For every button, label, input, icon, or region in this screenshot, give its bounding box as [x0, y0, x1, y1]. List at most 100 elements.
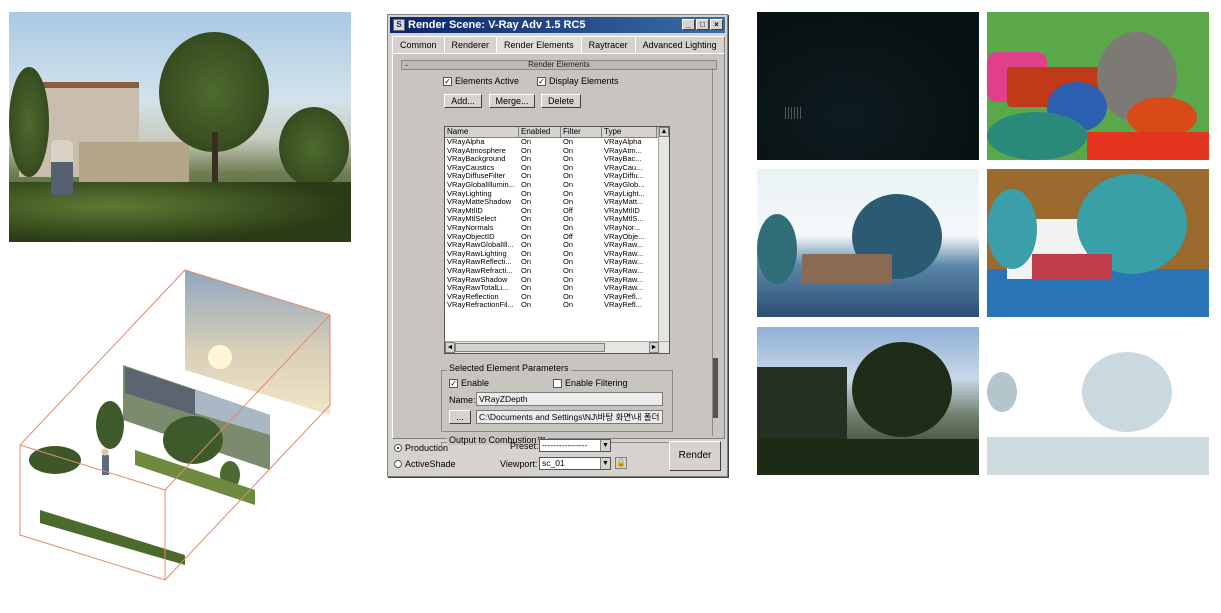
row-name: VRayObjectID [447, 232, 495, 241]
column-header-filter[interactable]: Filter [561, 127, 602, 137]
column-header-enabled[interactable]: Enabled [519, 127, 561, 137]
list-item[interactable]: VRayGlobalIllumin... On On VRayGlob... [445, 181, 669, 190]
column-header-type[interactable]: Type [602, 127, 657, 137]
column-header-name[interactable]: Name [445, 127, 519, 137]
row-type: VRayRefl... [604, 292, 642, 301]
rollout-title: Render Elements [528, 60, 590, 69]
list-item[interactable]: VRayRawReflecti... On On VRayRaw... [445, 258, 669, 267]
checkmark-icon: ✓ [449, 378, 458, 388]
page: S Render Scene: V-Ray Adv 1.5 RC5 _ □ × … [0, 0, 1221, 613]
element-name-field[interactable]: VRayZDepth [476, 392, 663, 406]
list-item[interactable]: VRayNormals On On VRayNor... [445, 224, 669, 233]
render-button[interactable]: Render [669, 441, 721, 471]
merge-button[interactable]: Merge... [489, 94, 535, 108]
row-filter: On [563, 301, 574, 310]
max-app-icon: S [393, 19, 405, 31]
output-path-field[interactable]: C:\Documents and Settings\NJ\바탕 화면\내 폴더 [476, 410, 663, 424]
pavilion [79, 142, 189, 182]
scroll-left-icon[interactable]: ◄ [445, 342, 455, 353]
list-item[interactable]: VRayRawShadow On On VRayRaw... [445, 276, 669, 285]
list-item[interactable]: VRayAtmosphere On On VRayAtm... [445, 147, 669, 156]
list-item[interactable]: VRayMtlSelect On On VRayMtlS... [445, 215, 669, 224]
row-enabled: On [521, 146, 532, 155]
render-elements-rollout[interactable]: - Render Elements [401, 60, 717, 70]
row-enabled: On [521, 258, 532, 267]
minimize-button[interactable]: _ [682, 19, 695, 30]
sky-layer [185, 270, 330, 415]
production-radio[interactable]: Production [394, 443, 448, 453]
row-filter: On [563, 155, 574, 164]
list-item[interactable]: VRayCaustics On On VRayCau... [445, 164, 669, 173]
list-item[interactable]: VRayRefractionFil... On On VRayRefl... [445, 301, 669, 310]
name-label: Name: [449, 395, 476, 405]
row-filter: Off [563, 206, 573, 215]
tab-common[interactable]: Common [392, 36, 445, 54]
list-item[interactable]: VRayDiffuseFilter On On VRayDiffu... [445, 172, 669, 181]
scroll-right-icon[interactable]: ► [649, 342, 659, 353]
list-vertical-scrollbar[interactable]: ▲ [658, 127, 669, 343]
scroll-up-icon[interactable]: ▲ [659, 127, 669, 137]
close-button[interactable]: × [710, 19, 723, 30]
display-elements-checkbox[interactable]: ✓ Display Elements [537, 76, 619, 86]
exploded-layers-diagram [15, 265, 340, 585]
list-item[interactable]: VRayLighting On On VRayLight... [445, 190, 669, 199]
row-name: VRayRawShadow [447, 275, 508, 284]
dialog-title: Render Scene: V-Ray Adv 1.5 RC5 [408, 19, 586, 31]
list-item[interactable]: VRayMatteShadow On On VRayMatt... [445, 198, 669, 207]
chevron-down-icon: ▼ [600, 458, 610, 469]
delete-button[interactable]: Delete [541, 94, 581, 108]
row-type: VRayAlpha [604, 138, 642, 146]
list-item[interactable]: VRayBackground On On VRayBac... [445, 155, 669, 164]
row-type: VRayNor... [604, 223, 641, 232]
beauty-pass-image [757, 327, 979, 475]
list-horizontal-scrollbar[interactable]: ◄ ► [445, 341, 669, 353]
add-button[interactable]: Add... [444, 94, 482, 108]
row-enabled: On [521, 301, 532, 310]
maximize-button[interactable]: □ [696, 19, 709, 30]
row-filter: On [563, 266, 574, 275]
row-name: VRayReflection [447, 292, 499, 301]
list-item[interactable]: VRayObjectID On Off VRayObje... [445, 233, 669, 242]
list-item[interactable]: VRayRawLighting On On VRayRaw... [445, 250, 669, 259]
render-elements-list[interactable]: Name Enabled Filter Type VRayAlpha On On VR… [444, 126, 670, 354]
sun [208, 345, 232, 369]
row-filter: On [563, 198, 574, 207]
row-enabled: On [521, 163, 532, 172]
list-item[interactable]: VRayReflection On On VRayRefl... [445, 293, 669, 302]
preset-dropdown[interactable]: ---------------- ▼ [539, 439, 611, 452]
list-item[interactable]: VRayMtlID On Off VRayMtlID [445, 207, 669, 216]
tab-render-elements[interactable]: Render Elements [496, 36, 582, 54]
panel-scroll-thumb[interactable] [713, 358, 718, 418]
row-type: VRayDiffu... [604, 172, 644, 181]
row-filter: On [563, 172, 574, 181]
list-item[interactable]: VRayAlpha On On VRayAlpha [445, 138, 669, 147]
enable-checkbox[interactable]: ✓ Enable [449, 378, 489, 388]
empty-checkbox-icon [553, 378, 562, 388]
panel-scroll-track[interactable] [712, 68, 718, 436]
viewport-dropdown[interactable]: sc_01 ▼ [539, 457, 611, 470]
layers-svg [19, 269, 331, 581]
raw-lighting-pass-image [757, 12, 979, 160]
browse-button[interactable]: ... [449, 410, 471, 424]
list-item[interactable]: VRayRawRefracti... On On VRayRaw... [445, 267, 669, 276]
lock-view-icon[interactable]: 🔒 [615, 457, 627, 469]
tab-raytracer[interactable]: Raytracer [580, 36, 636, 54]
row-name: VRayRawReflecti... [447, 258, 512, 267]
tab-advanced-lighting[interactable]: Advanced Lighting [634, 36, 725, 54]
row-filter: On [563, 189, 574, 198]
title-bar[interactable]: S Render Scene: V-Ray Adv 1.5 RC5 _ □ × [390, 17, 725, 33]
preset-value: ---------------- [542, 440, 588, 450]
list-item[interactable]: VRayRawTotalLi... On On VRayRaw... [445, 284, 669, 293]
elements-active-checkbox[interactable]: ✓ Elements Active [443, 76, 519, 86]
row-type: VRayMtlS... [604, 215, 644, 224]
row-filter: On [563, 241, 574, 250]
row-name: VRayRawGlobalIll... [447, 241, 514, 250]
row-enabled: On [521, 180, 532, 189]
row-name: VRayRefractionFil... [447, 301, 514, 310]
list-item[interactable]: VRayRawGlobalIll... On On VRayRaw... [445, 241, 669, 250]
scroll-thumb[interactable] [455, 343, 605, 352]
tree [279, 107, 349, 187]
enable-filtering-checkbox[interactable]: Enable Filtering [553, 378, 628, 388]
tab-renderer[interactable]: Renderer [443, 36, 498, 54]
activeshade-radio[interactable]: ActiveShade [394, 459, 456, 469]
